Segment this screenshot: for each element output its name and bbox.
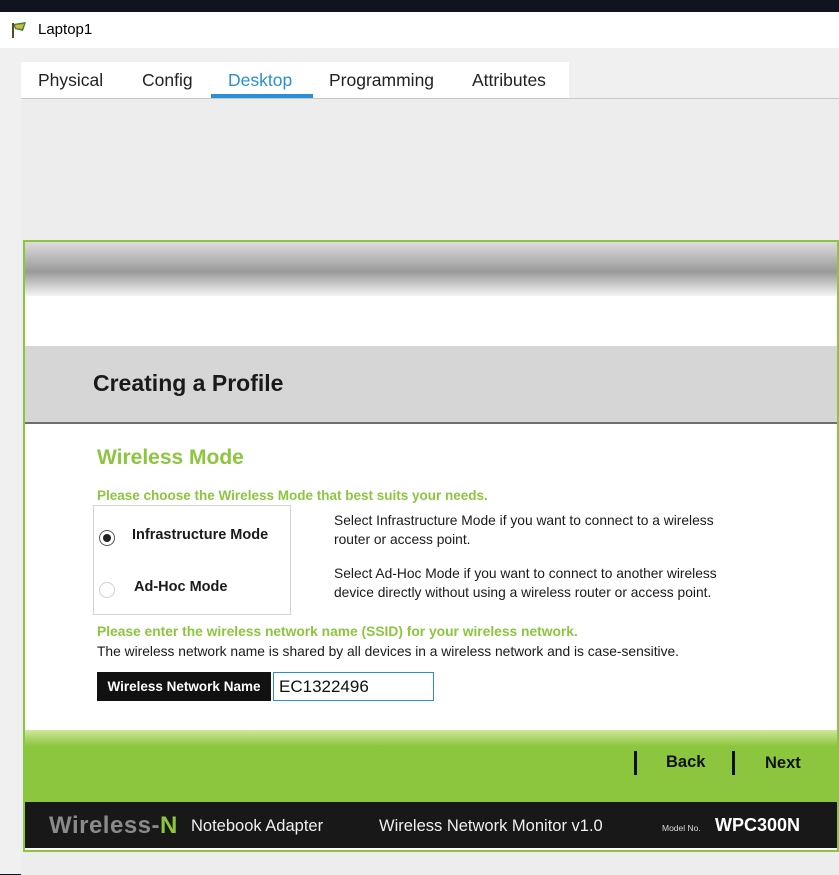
page-title-band: Creating a Profile xyxy=(25,346,837,424)
adhoc-mode-description: Select Ad-Hoc Mode if you want to connec… xyxy=(334,564,774,602)
tab-physical[interactable]: Physical xyxy=(38,70,103,91)
infrastructure-desc-line1: Select Infrastructure Mode if you want t… xyxy=(334,513,714,528)
tab-bar: Physical Config Desktop Programming Attr… xyxy=(21,62,569,99)
ssid-note: The wireless network name is shared by a… xyxy=(97,644,680,659)
nav-separator xyxy=(634,751,637,775)
section-title: Wireless Mode xyxy=(97,446,244,469)
wireless-profile-wizard: Creating a Profile Wireless Mode Please … xyxy=(23,240,839,852)
tab-attributes[interactable]: Attributes xyxy=(472,70,546,91)
desktop-content: Creating a Profile Wireless Mode Please … xyxy=(21,98,839,875)
navigation-bar: Back Next xyxy=(25,730,837,802)
ssid-input[interactable] xyxy=(273,672,434,701)
radio-selected-dot xyxy=(103,534,111,542)
page-title: Creating a Profile xyxy=(93,370,284,396)
app-window: Laptop1 Physical Config Desktop Programm… xyxy=(0,12,839,875)
laptop-app-icon xyxy=(9,20,29,40)
adhoc-mode-radio[interactable] xyxy=(99,582,115,598)
ssid-field-label: Wireless Network Name xyxy=(97,672,271,701)
mode-selection-box: Infrastructure Mode Ad-Hoc Mode xyxy=(93,505,291,615)
model-number: WPC300N xyxy=(715,815,801,835)
adhoc-mode-label[interactable]: Ad-Hoc Mode xyxy=(134,579,227,595)
infrastructure-mode-radio[interactable] xyxy=(99,530,115,546)
ssid-prompt: Please enter the wireless network name (… xyxy=(97,624,578,639)
monitor-version: Wireless Network Monitor v1.0 xyxy=(379,817,603,835)
infrastructure-desc-line2: router or access point. xyxy=(334,532,471,547)
tab-desktop[interactable]: Desktop xyxy=(228,70,292,91)
back-button[interactable]: Back xyxy=(666,753,705,772)
wizard-header-gradient xyxy=(25,242,837,296)
nav-separator xyxy=(732,751,735,775)
product-footer: Wireless-N Notebook Adapter Wireless Net… xyxy=(25,802,837,848)
adhoc-desc-line1: Select Ad-Hoc Mode if you want to connec… xyxy=(334,566,717,581)
brand-logo: Wireless-N xyxy=(49,812,178,840)
infrastructure-mode-label[interactable]: Infrastructure Mode xyxy=(132,527,268,543)
infrastructure-mode-description: Select Infrastructure Mode if you want t… xyxy=(334,511,774,549)
tab-config[interactable]: Config xyxy=(142,70,193,91)
brand-main: Wireless- xyxy=(49,812,160,839)
adhoc-desc-line2: device directly without using a wireless… xyxy=(334,585,712,600)
next-button[interactable]: Next xyxy=(765,754,801,773)
brand-accent: N xyxy=(160,812,178,839)
product-name: Notebook Adapter xyxy=(191,817,324,835)
model-prefix: Model No. xyxy=(662,823,701,833)
window-title: Laptop1 xyxy=(38,21,93,38)
tab-programming[interactable]: Programming xyxy=(329,70,434,91)
mode-prompt: Please choose the Wireless Mode that bes… xyxy=(97,488,488,503)
title-bar: Laptop1 xyxy=(0,12,839,48)
